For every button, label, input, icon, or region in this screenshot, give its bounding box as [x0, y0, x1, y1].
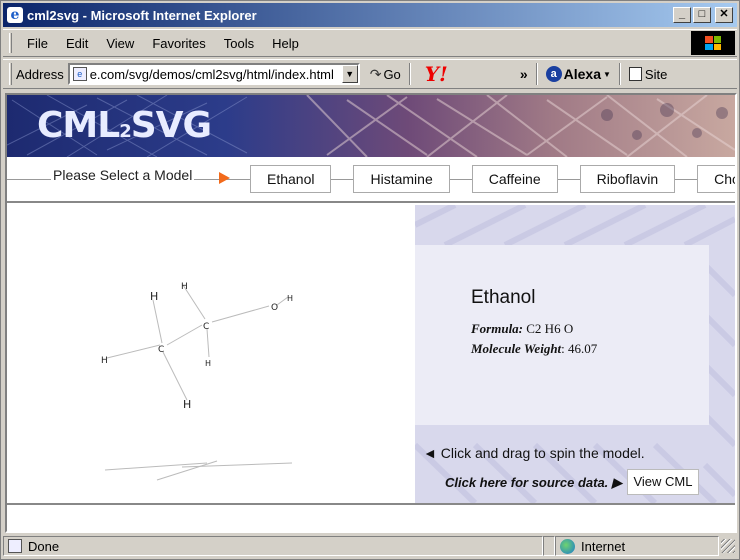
formula-row: Formula: C2 H6 O: [471, 321, 573, 337]
tab-riboflavin[interactable]: Riboflavin: [579, 165, 676, 193]
site-button[interactable]: Site: [628, 66, 668, 82]
address-input[interactable]: e e.com/svg/demos/cml2svg/html/index.htm…: [67, 63, 360, 85]
bond: [211, 305, 270, 323]
toolbar-grip[interactable]: [9, 33, 12, 53]
weight-row: Molecule Weight: 46.07: [471, 341, 597, 357]
window-title: cml2svg - Microsoft Internet Explorer: [27, 7, 257, 23]
go-arrow-icon: ↷: [369, 65, 382, 82]
model-tabs: Ethanol Histamine Caffeine Riboflavin Ch…: [250, 165, 735, 193]
source-data-link[interactable]: Click here for source data. ▶: [445, 475, 622, 491]
toolbar-grip[interactable]: [9, 63, 12, 85]
tab-caffeine[interactable]: Caffeine: [471, 165, 558, 193]
atom-label: H: [150, 290, 158, 303]
toolbar-separator: [618, 63, 621, 85]
molecule-info-card: Ethanol Formula: C2 H6 O Molecule Weight…: [415, 245, 709, 425]
toolbar-separator: [535, 63, 538, 85]
atom-label: H: [181, 282, 188, 292]
atom-label: C: [158, 345, 164, 355]
cml2svg-banner: CML2SVG: [7, 95, 735, 157]
formula-value: C2 H6 O: [526, 321, 574, 336]
menu-file[interactable]: File: [18, 36, 57, 51]
go-label: Go: [383, 66, 401, 82]
molecule-svg[interactable]: H H C O H C H H H: [7, 205, 415, 503]
cml2svg-logo: CML2SVG: [37, 105, 212, 146]
atom-label: O: [271, 303, 278, 313]
zone-text: Internet: [581, 538, 626, 554]
windows-logo-icon: [705, 36, 721, 50]
ie-icon: e: [7, 7, 23, 23]
molecule-name: Ethanol: [471, 287, 536, 308]
weight-value: : 46.07: [561, 341, 598, 356]
toolbar-chevron-button[interactable]: »: [520, 66, 528, 82]
site-label: Site: [644, 66, 668, 82]
atom-label: H: [205, 359, 211, 368]
maximize-button[interactable]: □: [693, 7, 711, 23]
select-model-label: Please Select a Model: [51, 167, 195, 183]
view-cml-button[interactable]: View CML: [627, 469, 699, 495]
bond: [166, 324, 203, 346]
title-bar: e cml2svg - Microsoft Internet Explorer …: [3, 3, 737, 27]
weight-label: Molecule Weight: [471, 341, 562, 356]
address-label: Address: [16, 66, 64, 82]
alexa-button[interactable]: a Alexa ▼: [545, 66, 611, 82]
alexa-icon: a: [545, 66, 562, 82]
address-dropdown-button[interactable]: ▼: [341, 65, 358, 83]
status-cell: [543, 536, 555, 556]
address-url[interactable]: e.com/svg/demos/cml2svg/html/index.html: [90, 67, 342, 82]
page-footer-strip: [7, 503, 735, 531]
menu-bar: File Edit View Favorites Tools Help: [3, 29, 737, 57]
bond: [152, 299, 163, 344]
address-bar: Address e e.com/svg/demos/cml2svg/html/i…: [3, 59, 737, 89]
tab-ethanol[interactable]: Ethanol: [250, 165, 332, 193]
formula-label: Formula:: [471, 321, 524, 336]
shadow-line: [156, 460, 218, 481]
close-button[interactable]: ✕: [715, 7, 733, 23]
minimize-button[interactable]: _: [673, 7, 691, 23]
model-viewer: H H C O H C H H H Ethanol Formula: C2 H6…: [7, 205, 735, 503]
windows-logo-throbber: [691, 31, 735, 55]
site-icon: [628, 67, 642, 81]
atom-label: H: [101, 356, 108, 366]
tab-histamine[interactable]: Histamine: [353, 165, 450, 193]
arrow-right-icon: [219, 172, 230, 184]
globe-icon: [560, 538, 575, 554]
resize-grip[interactable]: [721, 539, 735, 553]
tab-cholesterol[interactable]: Choleste: [697, 165, 735, 193]
go-button[interactable]: ↷ Go: [370, 66, 401, 83]
yahoo-button[interactable]: Y!: [425, 62, 448, 86]
model-selector: Please Select a Model Ethanol Histamine …: [7, 157, 735, 203]
menu-favorites[interactable]: Favorites: [143, 36, 214, 51]
page-icon: e: [72, 67, 87, 81]
molecule-info-panel: Ethanol Formula: C2 H6 O Molecule Weight…: [415, 205, 735, 503]
atom-label: H: [287, 294, 293, 303]
bond: [162, 351, 188, 401]
page-viewport[interactable]: CML2SVG Please Select a Model Ethanol Hi…: [5, 93, 737, 533]
bond: [106, 344, 161, 359]
menu-edit[interactable]: Edit: [57, 36, 97, 51]
status-text: Done: [28, 538, 60, 554]
menu-view[interactable]: View: [97, 36, 143, 51]
atom-label: H: [183, 398, 191, 411]
browser-window: e cml2svg - Microsoft Internet Explorer …: [0, 0, 740, 560]
spin-hint: ◄ Click and drag to spin the model.: [423, 445, 645, 461]
page-done-icon: [8, 539, 22, 553]
menu-tools[interactable]: Tools: [215, 36, 263, 51]
status-text-cell: Done: [3, 536, 543, 556]
molecule-canvas[interactable]: H H C O H C H H H: [7, 205, 415, 503]
status-bar: Done Internet: [3, 535, 737, 557]
toolbar-separator: [408, 63, 411, 85]
menu-help[interactable]: Help: [263, 36, 308, 51]
atom-label: C: [203, 322, 209, 332]
chevron-down-icon: ▼: [603, 69, 611, 79]
security-zone-cell: Internet: [555, 536, 719, 556]
alexa-label: Alexa: [563, 66, 601, 82]
bond: [206, 328, 210, 358]
